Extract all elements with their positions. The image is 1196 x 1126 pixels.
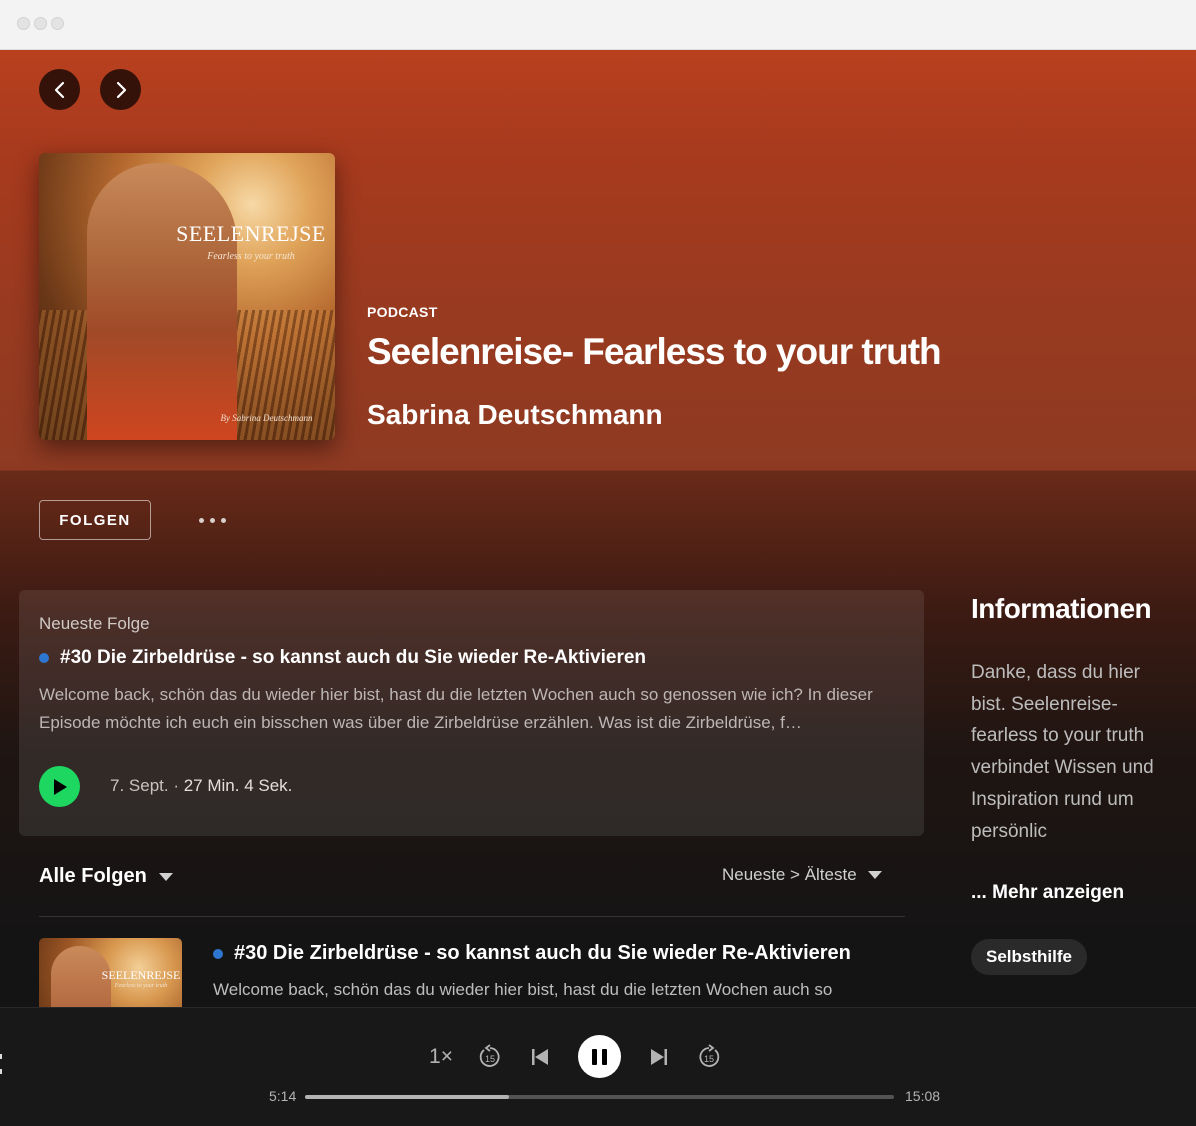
skip-forward-15-button[interactable]: 15 bbox=[695, 1043, 723, 1071]
latest-episode-duration: 27 Min. 4 Sek. bbox=[183, 776, 293, 795]
svg-text:15: 15 bbox=[704, 1054, 714, 1064]
elapsed-time: 5:14 bbox=[269, 1088, 297, 1104]
episode-description: Welcome back, schön das du wieder hier b… bbox=[213, 980, 833, 999]
forward-15-icon: 15 bbox=[699, 1044, 720, 1067]
caret-down-icon bbox=[158, 872, 173, 881]
playback-speed-label: 1× bbox=[429, 1045, 453, 1068]
latest-episode-meta: 7. Sept. · 27 Min. 4 Sek. bbox=[110, 776, 292, 796]
follow-button[interactable]: FOLGEN bbox=[39, 500, 151, 540]
more-options-button[interactable] bbox=[190, 507, 234, 533]
latest-episode-title-text: #30 Die Zirbeldrüse - so kannst auch du … bbox=[60, 647, 647, 668]
cover-subtitle: Fearless to your truth bbox=[207, 251, 295, 262]
pause-button[interactable] bbox=[578, 1035, 621, 1078]
skip-next-icon bbox=[651, 1049, 667, 1065]
pause-icon bbox=[592, 1048, 607, 1065]
sort-order-dropdown[interactable]: Neueste > Älteste bbox=[722, 865, 882, 885]
skip-back-15-button[interactable]: 15 bbox=[476, 1043, 504, 1071]
all-episodes-label: Alle Folgen bbox=[39, 865, 147, 887]
back-button[interactable] bbox=[39, 69, 80, 110]
next-button[interactable] bbox=[647, 1045, 671, 1069]
cover-portrait bbox=[87, 163, 237, 440]
info-description: Danke, dass du hier bist. Seelenreise- f… bbox=[971, 662, 1154, 842]
playback-speed-button[interactable]: 1× bbox=[426, 1044, 456, 1070]
episode-title-text: #30 Die Zirbeldrüse - so kannst auch du … bbox=[234, 942, 851, 964]
forward-button[interactable] bbox=[100, 69, 141, 110]
content-type-label: PODCAST bbox=[367, 304, 438, 320]
podcast-page: SEELENREJSE Fearless to your truth By Sa… bbox=[0, 50, 1196, 1126]
playback-bar: 1× 15 15 5:14 15:08 bbox=[0, 1007, 1196, 1126]
podcast-title: Seelenreise- Fearless to your truth bbox=[367, 331, 942, 372]
thumbnail-title: SEELENREJSE bbox=[101, 968, 181, 982]
chevron-right-icon bbox=[116, 81, 126, 98]
progress-fill bbox=[305, 1095, 509, 1099]
skip-previous-icon bbox=[532, 1049, 548, 1065]
latest-episode-date: 7. Sept. · bbox=[110, 776, 179, 795]
rewind-15-icon: 15 bbox=[479, 1044, 500, 1067]
episode-list-divider bbox=[39, 916, 905, 917]
podcast-cover-art: SEELENREJSE Fearless to your truth By Sa… bbox=[39, 153, 335, 440]
total-time: 15:08 bbox=[905, 1088, 941, 1104]
info-heading: Informationen bbox=[971, 593, 1152, 624]
window-zoom-button[interactable] bbox=[51, 17, 64, 30]
latest-episode-title[interactable]: #30 Die Zirbeldrüse - so kannst auch du … bbox=[39, 647, 646, 669]
svg-text:15: 15 bbox=[485, 1054, 495, 1064]
unplayed-dot-icon bbox=[213, 948, 223, 959]
play-latest-button[interactable] bbox=[39, 766, 80, 807]
latest-episode-label: Neueste Folge bbox=[39, 614, 150, 633]
cover-title: SEELENREJSE bbox=[176, 221, 326, 246]
episode-title[interactable]: #30 Die Zirbeldrüse - so kannst auch du … bbox=[213, 942, 851, 965]
latest-episode-description: Welcome back, schön das du wieder hier b… bbox=[39, 685, 873, 732]
category-tag[interactable]: Selbsthilfe bbox=[971, 939, 1087, 975]
window-minimize-button[interactable] bbox=[34, 17, 47, 30]
thumbnail-subtitle: Fearless to your truth bbox=[114, 983, 168, 989]
play-icon bbox=[53, 778, 67, 795]
progress-bar[interactable] bbox=[305, 1095, 894, 1099]
cover-byline: By Sabrina Deutschmann bbox=[220, 413, 313, 423]
unplayed-dot-icon bbox=[39, 653, 49, 663]
caret-down-icon bbox=[867, 871, 882, 879]
sort-order-label: Neueste > Älteste bbox=[722, 865, 857, 884]
window-close-button[interactable] bbox=[17, 17, 30, 30]
window-titlebar bbox=[0, 0, 1196, 50]
latest-episode-card[interactable]: Neueste Folge #30 Die Zirbeldrüse - so k… bbox=[19, 590, 924, 836]
clipped-side-panel-edge bbox=[0, 1054, 3, 1082]
previous-button[interactable] bbox=[528, 1045, 552, 1069]
show-more-link[interactable]: ... Mehr anzeigen bbox=[971, 882, 1124, 904]
chevron-left-icon bbox=[54, 81, 64, 98]
more-dots-icon bbox=[198, 517, 226, 523]
podcast-author[interactable]: Sabrina Deutschmann bbox=[367, 399, 663, 431]
all-episodes-dropdown[interactable]: Alle Folgen bbox=[39, 865, 173, 888]
